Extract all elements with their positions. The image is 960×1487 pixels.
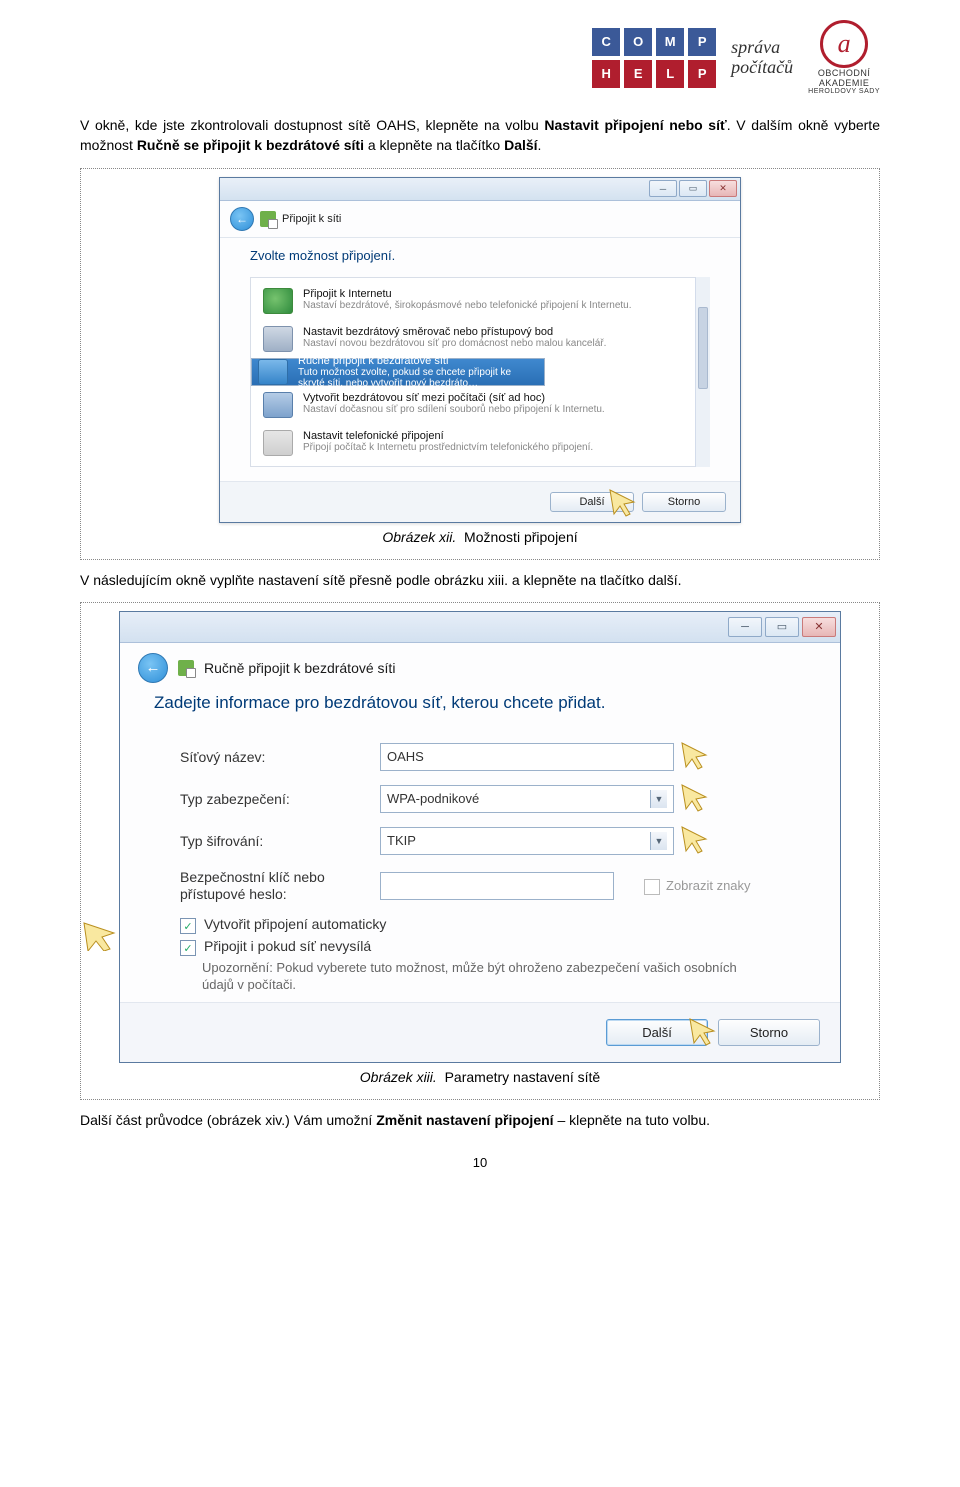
- label-security-key: Bezpečnostní klíč nebo přístupové heslo:: [180, 869, 380, 903]
- network-icon: [178, 660, 194, 676]
- cursor-pointer-icon: [680, 741, 714, 771]
- instruction-paragraph-3: Další část průvodce (obrázek xiv.) Vám u…: [80, 1110, 880, 1130]
- close-button[interactable]: ✕: [709, 180, 737, 197]
- dialog-manual-wireless: ─ ▭ ✕ ← Ručně připojit k bezdrátové síti…: [119, 611, 841, 1063]
- instruction-paragraph-1: V okně, kde jste zkontrolovali dostupnos…: [80, 115, 880, 156]
- cancel-button[interactable]: Storno: [718, 1019, 820, 1046]
- window-nav-bar: ← Ručně připojit k bezdrátové síti: [120, 643, 840, 693]
- next-button[interactable]: Další: [550, 492, 634, 512]
- select-encryption-type[interactable]: TKIP▼: [380, 827, 674, 855]
- checkbox-show-characters[interactable]: Zobrazit znaky: [644, 877, 751, 895]
- scroll-thumb[interactable]: [698, 307, 708, 389]
- computers-icon: [263, 392, 293, 418]
- dialog-footer: Další Storno: [120, 1002, 840, 1062]
- checkbox-icon: [644, 879, 660, 895]
- window-nav-bar: ← Připojit k síti: [220, 201, 740, 238]
- cursor-pointer-icon: [680, 783, 714, 813]
- dialog-heading: Zadejte informace pro bezdrátovou síť, k…: [120, 693, 840, 729]
- input-network-name[interactable]: OAHS: [380, 743, 674, 771]
- window-titlebar: ─ ▭ ✕: [220, 178, 740, 201]
- phone-icon: [263, 430, 293, 456]
- nav-title: Připojit k síti: [282, 213, 341, 225]
- figure-caption-12: Obrázek xii. Možnosti připojení: [91, 529, 869, 545]
- figure-caption-13: Obrázek xiii. Parametry nastavení sítě: [91, 1069, 869, 1085]
- label-encryption-type: Typ šifrování:: [180, 833, 380, 849]
- monitor-icon: [258, 359, 288, 385]
- input-security-key[interactable]: [380, 872, 614, 900]
- screenshot-network-params: ─ ▭ ✕ ← Ručně připojit k bezdrátové síti…: [80, 602, 880, 1100]
- dialog-connect-to-network: ─ ▭ ✕ ← Připojit k síti Zvolte možnost p…: [219, 177, 741, 523]
- minimize-button[interactable]: ─: [728, 617, 762, 637]
- page-number: 10: [80, 1155, 880, 1170]
- maximize-button[interactable]: ▭: [765, 617, 799, 637]
- logo-obchodni-akademie: a OBCHODNÍ AKADEMIE HEROLDOVY SADY: [808, 20, 880, 95]
- logo-comphelp: C O M P H E L P: [592, 28, 716, 88]
- checkbox-checked-icon: ✓: [180, 940, 196, 956]
- screenshot-connection-options: ─ ▭ ✕ ← Připojit k síti Zvolte možnost p…: [80, 168, 880, 560]
- maximize-button[interactable]: ▭: [679, 180, 707, 197]
- checkbox-auto-connect[interactable]: ✓ Vytvořit připojení automaticky: [180, 916, 806, 934]
- label-network-name: Síťový název:: [180, 749, 380, 765]
- chevron-down-icon: ▼: [650, 790, 667, 808]
- close-button[interactable]: ✕: [802, 617, 836, 637]
- option-setup-router[interactable]: Nastavit bezdrátový směrovač nebo přístu…: [251, 320, 709, 358]
- network-icon: [260, 211, 276, 227]
- chevron-down-icon: ▼: [650, 832, 667, 850]
- option-connect-internet[interactable]: Připojit k InternetuNastaví bezdrátové, …: [251, 282, 709, 320]
- minimize-button[interactable]: ─: [649, 180, 677, 197]
- checkbox-connect-hidden[interactable]: ✓ Připojit i pokud síť nevysílá: [180, 938, 806, 956]
- connection-options-list: Připojit k InternetuNastaví bezdrátové, …: [250, 277, 710, 467]
- router-icon: [263, 326, 293, 352]
- option-dialup[interactable]: Nastavit telefonické připojeníPřipojí po…: [251, 424, 709, 462]
- logo-sprava-text: správapočítačů: [731, 38, 793, 78]
- page-header: C O M P H E L P správapočítačů a OBCHODN…: [80, 20, 880, 95]
- cursor-pointer-icon: [82, 921, 116, 951]
- nav-title: Ručně připojit k bezdrátové síti: [204, 660, 395, 676]
- scrollbar[interactable]: [695, 277, 710, 467]
- back-button[interactable]: ←: [138, 653, 168, 683]
- checkbox-checked-icon: ✓: [180, 918, 196, 934]
- option-adhoc-network[interactable]: Vytvořit bezdrátovou síť mezi počítači (…: [251, 386, 709, 424]
- dialog-heading: Zvolte možnost připojení.: [250, 248, 710, 263]
- globe-icon: [263, 288, 293, 314]
- warning-text: Upozornění: Pokud vyberete tuto možnost,…: [202, 960, 772, 994]
- cursor-pointer-icon: [680, 825, 714, 855]
- label-security-type: Typ zabezpečení:: [180, 791, 380, 807]
- dialog-footer: Další Storno: [220, 481, 740, 522]
- instruction-paragraph-2: V následujícím okně vyplňte nastavení sí…: [80, 570, 880, 590]
- back-button[interactable]: ←: [230, 207, 254, 231]
- next-button[interactable]: Další: [606, 1019, 708, 1046]
- option-manual-wireless[interactable]: Ručně připojit k bezdrátové sítiTuto mož…: [251, 358, 545, 386]
- window-titlebar: ─ ▭ ✕: [120, 612, 840, 643]
- cancel-button[interactable]: Storno: [642, 492, 726, 512]
- select-security-type[interactable]: WPA-podnikové▼: [380, 785, 674, 813]
- logo-oa-icon: a: [820, 20, 868, 68]
